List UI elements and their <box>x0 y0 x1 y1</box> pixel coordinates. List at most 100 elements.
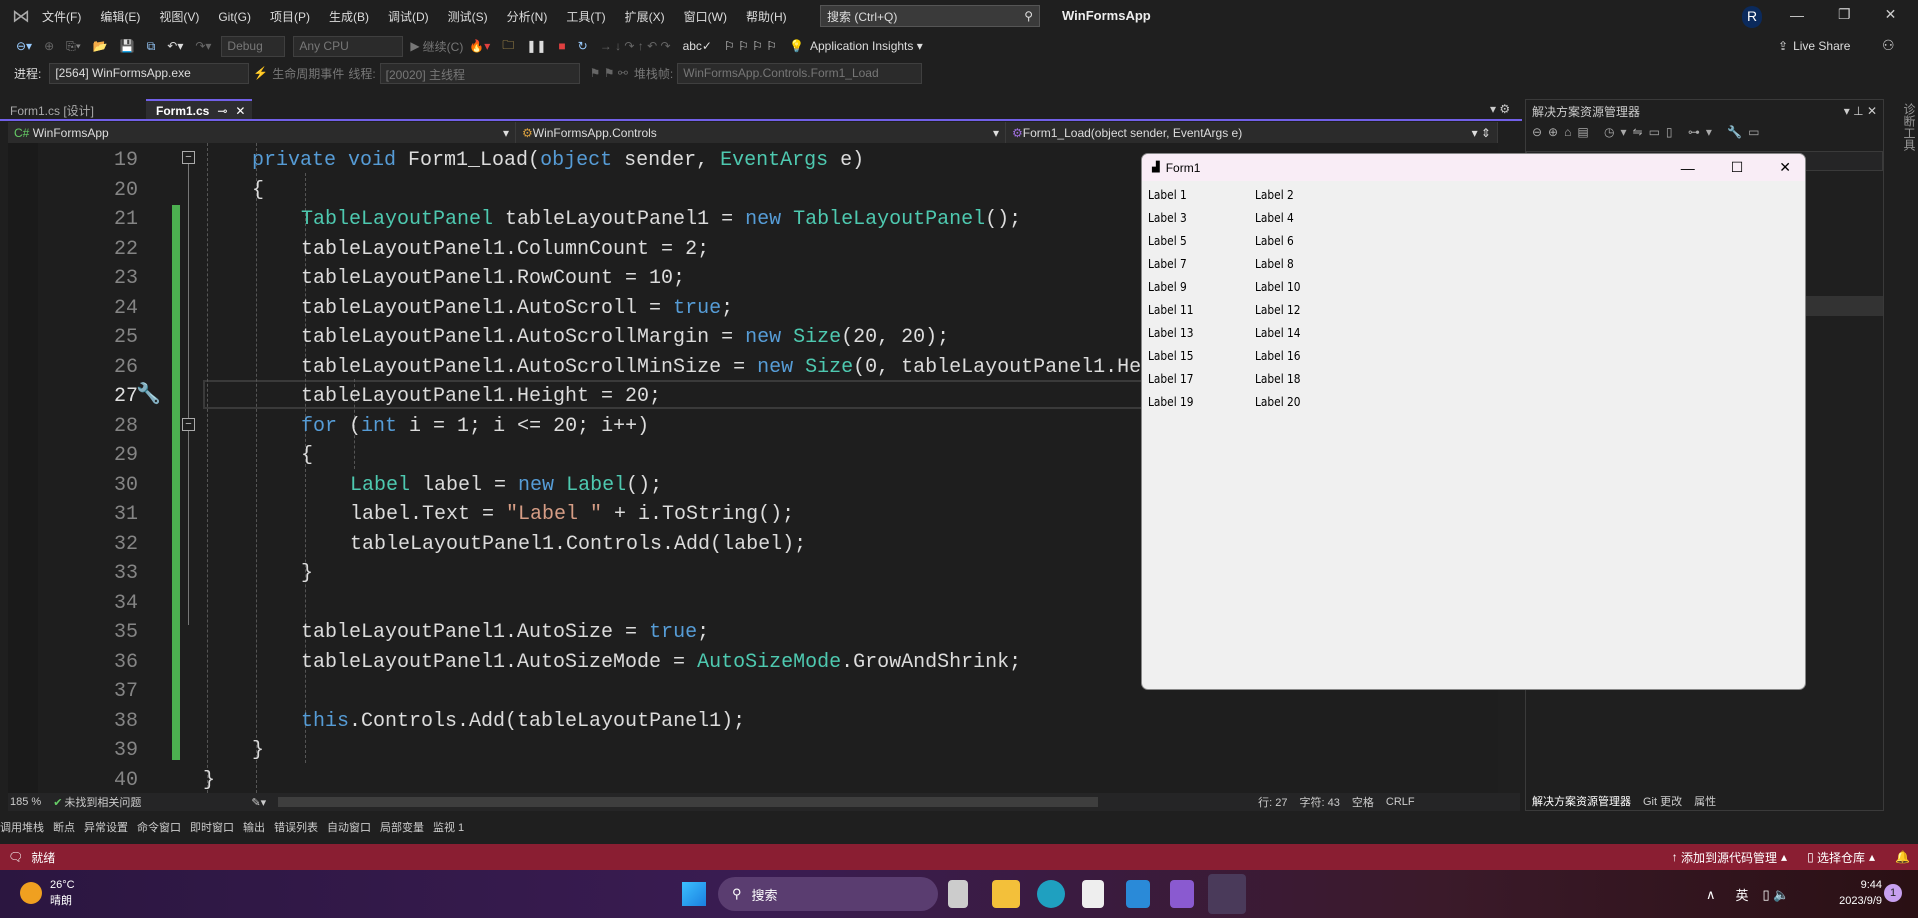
show-hidden-icons[interactable]: ∧ <box>1706 887 1716 903</box>
store-icon[interactable] <box>1082 880 1104 908</box>
start-icon[interactable] <box>682 882 706 906</box>
close-tab-icon[interactable]: ✕ <box>235 104 245 118</box>
menu-item[interactable]: 扩展(X) <box>625 8 665 25</box>
menu-item[interactable]: 调试(D) <box>388 8 429 25</box>
tab-git-changes[interactable]: Git 更改 <box>1643 793 1682 809</box>
panel-controls[interactable]: ▾ ⊥ ✕ <box>1844 104 1877 118</box>
save-icon[interactable]: 💾 <box>120 39 135 53</box>
close-button[interactable]: ✕ <box>1885 6 1897 23</box>
menu-item[interactable]: 视图(V) <box>159 8 199 25</box>
search-box[interactable]: 搜索 (Ctrl+Q) ⚲ <box>820 5 1040 27</box>
code-text: { <box>252 176 264 206</box>
class-dropdown[interactable]: ⚙WinFormsApp.Controls ▾ <box>516 122 1006 143</box>
redo-icon[interactable]: ↷▾ <box>195 39 211 53</box>
avatar[interactable]: R <box>1742 6 1762 28</box>
visual-studio-icon[interactable] <box>1170 880 1194 908</box>
tool-window-tab[interactable]: 监视 1 <box>433 819 464 835</box>
platform-dropdown[interactable]: Any CPU <box>293 35 404 57</box>
menu-item[interactable]: 项目(P) <box>270 8 310 25</box>
menu-item[interactable]: 生成(B) <box>329 8 369 25</box>
flag-icons[interactable]: ⚑ ⚑ ⚯ <box>590 66 628 80</box>
spell-check-icon[interactable]: abc✓ <box>683 39 712 53</box>
file-explorer-icon[interactable] <box>992 880 1020 908</box>
undo-icon[interactable]: ↶▾ <box>167 39 183 53</box>
form1-app-icon[interactable] <box>1208 874 1246 914</box>
form-maximize-button[interactable]: ☐ <box>1731 159 1744 176</box>
editor-status-bar: 185 % ✔ 未找到相关问题 ✎▾ 行: 27 字符: 43 空格 CRLF <box>8 793 1520 811</box>
back-icon[interactable]: ⊖▾ <box>16 39 32 53</box>
code-cleanup-icon[interactable]: ✎▾ <box>251 796 266 809</box>
tab-solution-explorer[interactable]: 解决方案资源管理器 <box>1532 793 1631 809</box>
notification-badge[interactable]: 1 <box>1884 884 1902 902</box>
network-volume-icon[interactable]: ▯ 🔈 <box>1763 887 1790 903</box>
diagnostic-tools-tab[interactable]: 诊断工具 <box>1887 99 1918 811</box>
stack-frame-dropdown[interactable]: WinFormsApp.Controls.Form1_Load <box>677 62 923 84</box>
new-project-icon[interactable]: ⎘▾ <box>66 39 81 54</box>
menu-item[interactable]: 文件(F) <box>42 8 81 25</box>
menu-item[interactable]: 工具(T) <box>566 8 605 25</box>
add-to-source-control-button[interactable]: 添加到源代码管理 <box>1681 849 1777 866</box>
menu-item[interactable]: Git(G) <box>218 10 251 24</box>
menu-item[interactable]: 编辑(E) <box>100 8 140 25</box>
form-minimize-button[interactable]: — <box>1681 160 1695 176</box>
taskbar-search[interactable]: ⚲ 搜索 <box>718 877 938 911</box>
issues-indicator[interactable]: 未找到相关问题 <box>64 794 141 810</box>
step-icons[interactable]: → ↓ ↷ ↑ ↶ ↷ <box>600 39 671 53</box>
tool-window-tab[interactable]: 即时窗口 <box>190 819 234 835</box>
save-all-icon[interactable]: ⧉ <box>147 39 156 54</box>
task-view-icon[interactable] <box>948 880 968 908</box>
continue-button[interactable]: 继续(C) <box>423 38 464 55</box>
menu-item[interactable]: 测试(S) <box>448 8 488 25</box>
tool-window-tab[interactable]: 异常设置 <box>84 819 128 835</box>
form-close-button[interactable]: ✕ <box>1779 159 1791 176</box>
member-dropdown[interactable]: ⚙Form1_Load(object sender, EventArgs e) ▾… <box>1006 122 1498 143</box>
tool-window-tab[interactable]: 断点 <box>53 819 75 835</box>
forward-icon[interactable]: ⊕ <box>44 39 54 53</box>
pin-icon[interactable]: ⊸ <box>217 104 227 118</box>
weather-widget[interactable]: 26°C 晴朗 <box>50 877 75 909</box>
tool-window-tab[interactable]: 自动窗口 <box>327 819 371 835</box>
live-share-button[interactable]: ⇪ Live Share <box>1778 39 1850 53</box>
menu-item[interactable]: 窗口(W) <box>684 8 727 25</box>
pause-icon[interactable]: ❚❚ <box>526 39 546 53</box>
menu-item[interactable]: 帮助(H) <box>746 8 787 25</box>
minimize-button[interactable]: — <box>1790 7 1804 23</box>
horizontal-scrollbar[interactable] <box>278 797 1099 807</box>
menu-item[interactable]: 分析(N) <box>507 8 548 25</box>
zoom-level[interactable]: 185 % <box>10 796 41 808</box>
continue-icon[interactable]: ▶ <box>410 39 419 53</box>
eol-indicator[interactable]: CRLF <box>1386 796 1415 808</box>
thread-dropdown[interactable]: [20020] 主线程 <box>379 62 580 84</box>
tab-list-dropdown-icon[interactable]: ▾ ⚙ <box>1490 102 1510 116</box>
form1-title-bar[interactable]: ▟ Form1 — ☐ ✕ <box>1142 154 1805 181</box>
tab-form1-cs[interactable]: Form1.cs ⊸ ✕ <box>146 99 252 120</box>
edge-icon[interactable] <box>1037 880 1065 908</box>
solution-toolbar[interactable]: ⊖⊕⌂▤ ◷▾⇋▭▯ ⊶▾ 🔧▭ <box>1526 122 1883 148</box>
tool-window-tab[interactable]: 命令窗口 <box>137 819 181 835</box>
open-folder-icon[interactable]: 📂 <box>93 39 108 53</box>
restart-icon[interactable]: ↻ <box>578 39 588 53</box>
application-insights-button[interactable]: Application Insights <box>810 39 913 53</box>
select-repository-button[interactable]: 选择仓库 <box>1817 849 1865 866</box>
config-dropdown[interactable]: Debug <box>221 35 286 57</box>
tool-window-tab[interactable]: 错误列表 <box>274 819 318 835</box>
tab-properties[interactable]: 属性 <box>1694 793 1716 809</box>
tab-form1-designer[interactable]: Form1.cs [设计] <box>0 99 146 120</box>
stop-icon[interactable]: ■ <box>558 39 565 53</box>
spaces-indicator[interactable]: 空格 <box>1352 794 1374 810</box>
tool-window-tab[interactable]: 调用堆栈 <box>0 819 44 835</box>
restore-button[interactable]: ❐ <box>1838 6 1851 23</box>
tool-window-tab[interactable]: 局部变量 <box>380 819 424 835</box>
process-dropdown[interactable]: [2564] WinFormsApp.exe <box>49 62 250 84</box>
bell-icon[interactable]: 🔔 <box>1895 850 1910 864</box>
hot-reload-icon[interactable]: 🔥▾ <box>469 39 490 53</box>
find-icon[interactable]: 🗀 <box>502 36 514 57</box>
ime-indicator[interactable]: 英 <box>1736 885 1749 904</box>
project-dropdown[interactable]: C# WinFormsApp ▾ <box>8 122 516 143</box>
feedback-icon[interactable]: ⚇ <box>1882 37 1895 54</box>
clock[interactable]: 9:44 2023/9/9 <box>1820 877 1882 909</box>
lifecycle-events-button[interactable]: 生命周期事件 <box>272 65 344 82</box>
vscode-icon[interactable] <box>1126 880 1150 908</box>
tool-window-tab[interactable]: 输出 <box>243 819 265 835</box>
bookmark-icons[interactable]: ⚐ ⚐ ⚐ ⚐ <box>724 39 777 53</box>
